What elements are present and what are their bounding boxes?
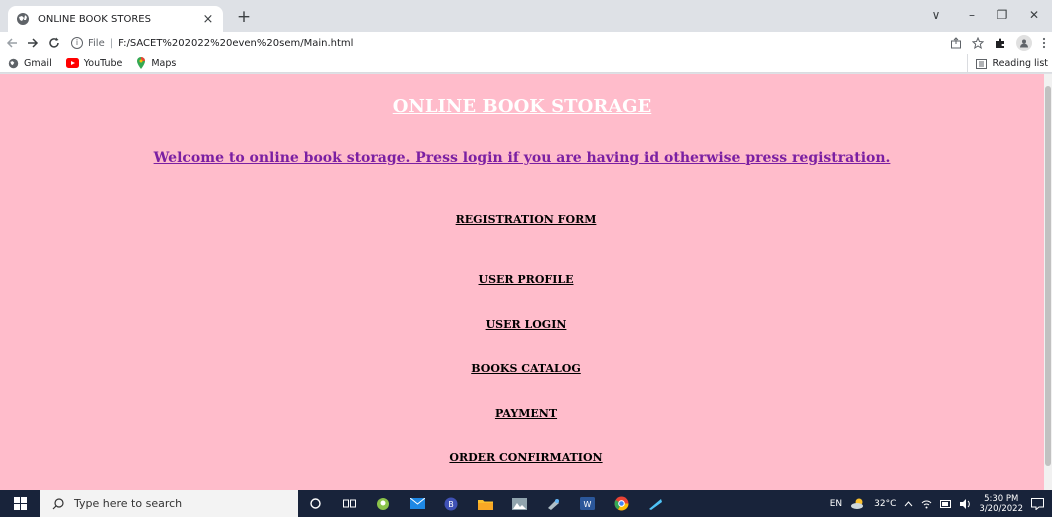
arrow-left-icon [6, 38, 17, 48]
registration-form-link[interactable]: REGISTRATION FORM [0, 213, 1052, 226]
books-catalog-link[interactable]: BOOKS CATALOG [0, 362, 1052, 375]
bookmark-label: Gmail [24, 57, 52, 69]
welcome-message: Welcome to online book storage. Press lo… [153, 150, 891, 166]
toolbar-actions [950, 32, 1046, 54]
search-icon [52, 497, 64, 509]
scrollbar-thumb[interactable] [1045, 86, 1051, 466]
taskbar-app-tool[interactable] [638, 490, 672, 517]
vertical-scrollbar[interactable] [1044, 74, 1052, 490]
forward-button[interactable] [24, 33, 42, 53]
page-title: ONLINE BOOK STORAGE [392, 96, 652, 117]
language-indicator[interactable]: EN [830, 499, 842, 509]
order-confirmation-link[interactable]: ORDER CONFIRMATION [0, 451, 1052, 464]
url-scheme: File [88, 37, 105, 49]
circle-icon [309, 498, 321, 509]
tab-title: ONLINE BOOK STORES [38, 13, 151, 25]
browser-tab[interactable]: ONLINE BOOK STORES × [8, 6, 223, 32]
bookmark-gmail[interactable]: Gmail [8, 58, 52, 69]
start-button[interactable] [0, 490, 40, 517]
bookmark-label: Maps [151, 57, 177, 69]
new-tab-button[interactable]: + [232, 6, 256, 28]
page-viewport: ONLINE BOOK STORAGE Welcome to online bo… [0, 74, 1044, 490]
taskbar-app-chrome[interactable] [604, 490, 638, 517]
windows-logo-icon [13, 497, 27, 510]
tab-close-button[interactable]: × [201, 12, 215, 27]
info-icon[interactable]: i [71, 37, 83, 49]
globe-icon [8, 58, 19, 68]
address-toolbar: i File | F:/SACET%202022%20even%20sem/Ma… [0, 32, 1052, 54]
speaker-icon[interactable] [960, 498, 971, 509]
reload-button[interactable] [45, 33, 63, 53]
reading-list-icon [976, 58, 988, 69]
bookmarks-bar: Gmail YouTube Maps Reading list [0, 54, 1052, 73]
taskbar-app-mail[interactable] [400, 490, 434, 517]
chevron-up-icon[interactable] [904, 500, 913, 507]
arrow-right-icon [28, 38, 39, 48]
taskbar-app-photos[interactable] [502, 490, 536, 517]
maps-icon [137, 57, 146, 69]
network-icon[interactable] [921, 499, 932, 509]
reload-icon [49, 37, 59, 48]
tab-strip: ONLINE BOOK STORES × + ∨ – ❐ ✕ [0, 0, 1052, 32]
taskbar-search[interactable]: Type here to search [40, 490, 298, 517]
weather-cloud-icon[interactable] [850, 498, 866, 509]
payment-link[interactable]: PAYMENT [0, 407, 1052, 420]
taskbar: Type here to search B W EN 32°C 5:30 PM … [0, 490, 1052, 517]
back-button[interactable] [3, 33, 21, 53]
close-window-button[interactable]: ✕ [1016, 0, 1052, 30]
book-app-icon: B [444, 497, 458, 510]
globe-icon [17, 13, 29, 25]
taskbar-app-word[interactable]: W [570, 490, 604, 517]
url-text[interactable]: F:/SACET%202022%20even%20sem/Main.html [118, 38, 353, 49]
photos-icon [511, 497, 527, 510]
search-placeholder: Type here to search [74, 497, 183, 510]
svg-text:B: B [448, 500, 454, 509]
reading-list-button[interactable]: Reading list [967, 54, 1048, 73]
tab-search-button[interactable]: ∨ [918, 0, 954, 30]
youtube-icon [65, 58, 79, 68]
cortana-button[interactable] [298, 490, 332, 517]
extensions-icon[interactable] [994, 37, 1006, 49]
chrome-icon [614, 496, 628, 511]
reading-list-label: Reading list [992, 58, 1048, 69]
tool-app-icon [648, 498, 662, 510]
taskbar-app-explorer[interactable] [468, 490, 502, 517]
taskbar-app-chat[interactable] [366, 490, 400, 517]
person-icon [1020, 39, 1028, 48]
word-icon: W [579, 497, 595, 510]
mail-icon [409, 498, 425, 509]
bookmark-label: YouTube [83, 57, 123, 69]
user-login-link[interactable]: USER LOGIN [0, 318, 1052, 331]
url-separator: | [109, 37, 114, 49]
folder-icon [477, 499, 493, 510]
menu-dots-icon[interactable] [1042, 37, 1046, 49]
maximize-button[interactable]: ❐ [984, 0, 1020, 30]
paint-icon [547, 498, 559, 510]
notifications-icon[interactable] [1031, 497, 1044, 510]
profile-avatar[interactable] [1016, 35, 1032, 51]
clock-time: 5:30 PM [984, 493, 1019, 504]
address-bar[interactable]: i File | F:/SACET%202022%20even%20sem/Ma… [71, 37, 353, 49]
bookmark-maps[interactable]: Maps [136, 57, 176, 69]
battery-icon[interactable] [940, 499, 952, 508]
chat-app-icon [377, 497, 389, 510]
svg-text:W: W [583, 500, 591, 509]
clock-date: 3/20/2022 [979, 503, 1023, 514]
share-icon[interactable] [950, 37, 962, 49]
taskbar-app-paint[interactable] [536, 490, 570, 517]
user-profile-link[interactable]: USER PROFILE [0, 273, 1052, 286]
system-tray: EN 32°C 5:30 PM 3/20/2022 [830, 490, 1052, 517]
bookmark-youtube[interactable]: YouTube [65, 57, 123, 69]
taskbar-app-book[interactable]: B [434, 490, 468, 517]
weather-temperature[interactable]: 32°C [874, 499, 896, 509]
task-view-icon [342, 499, 356, 508]
clock[interactable]: 5:30 PM 3/20/2022 [979, 494, 1023, 514]
task-view-button[interactable] [332, 490, 366, 517]
bookmark-star-icon[interactable] [972, 37, 984, 49]
